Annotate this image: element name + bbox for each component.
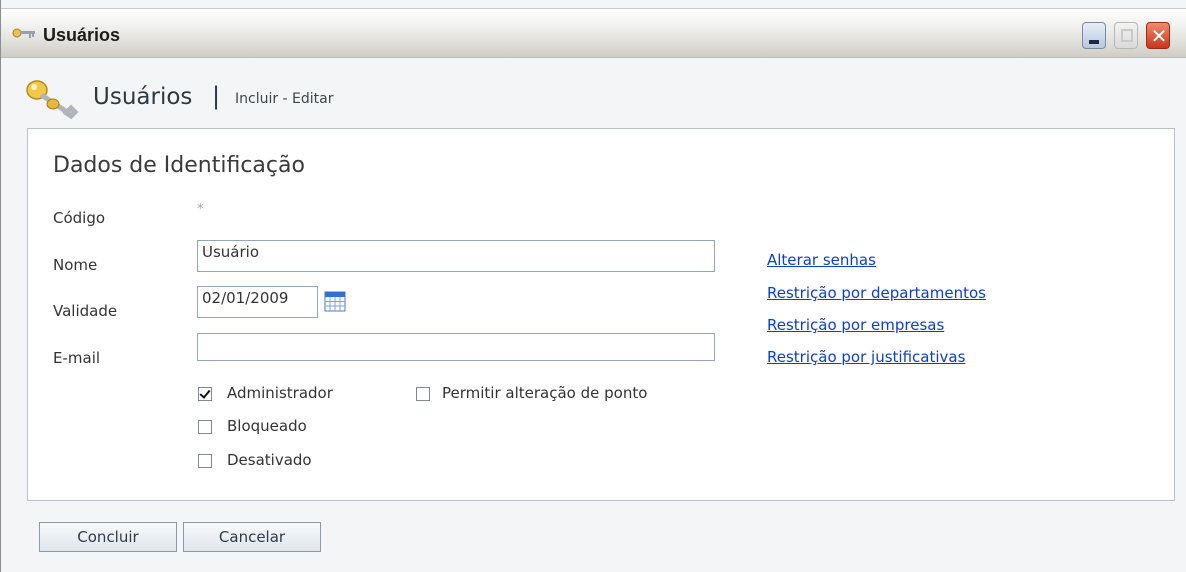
keys-icon [12, 28, 35, 38]
window: Usuários ✕ Usuários | Incluir - Editar D… [0, 0, 1186, 572]
email-label: E-mail [53, 349, 101, 367]
maximize-icon [1121, 29, 1133, 42]
page-header: Usuários | Incluir - Editar [1, 58, 1186, 128]
validade-label: Validade [53, 302, 118, 320]
minimize-icon [1089, 40, 1099, 44]
permitir-alteracao-ponto-label: Permitir alteração de ponto [442, 384, 648, 402]
validade-input[interactable]: 02/01/2009 [197, 286, 318, 318]
nome-input[interactable]: Usuário [197, 240, 715, 272]
required-marker: * [197, 202, 204, 217]
keys-icon [26, 80, 79, 120]
restricao-departamentos-link[interactable]: Restrição por departamentos [767, 284, 986, 302]
cancelar-button[interactable]: Cancelar [183, 522, 321, 552]
administrador-label: Administrador [227, 384, 333, 402]
concluir-button[interactable]: Concluir [39, 522, 177, 552]
calendar-icon[interactable] [324, 291, 346, 312]
bloqueado-label: Bloqueado [227, 417, 307, 435]
title-bar[interactable]: Usuários ✕ [1, 8, 1186, 58]
restricao-empresas-link[interactable]: Restrição por empresas [767, 316, 944, 334]
identification-panel: Dados de Identificação Código * Nome Usu… [27, 128, 1175, 501]
administrador-checkbox[interactable] [198, 387, 212, 401]
minimize-button[interactable] [1082, 22, 1106, 49]
page-title: Usuários [93, 84, 193, 110]
restricao-justificativas-link[interactable]: Restrição por justificativas [767, 348, 965, 366]
nome-label: Nome [53, 256, 98, 274]
title-separator: | [212, 82, 221, 110]
desativado-label: Desativado [227, 451, 312, 469]
window-title: Usuários [43, 25, 121, 45]
email-input[interactable] [197, 333, 715, 361]
section-title: Dados de Identificação [53, 153, 305, 178]
bloqueado-checkbox[interactable] [198, 420, 212, 434]
permitir-alteracao-ponto-checkbox[interactable] [416, 387, 430, 401]
close-icon: ✕ [1150, 24, 1168, 48]
maximize-button[interactable] [1114, 22, 1138, 49]
desativado-checkbox[interactable] [198, 454, 212, 468]
close-button[interactable]: ✕ [1146, 22, 1170, 49]
codigo-label: Código [53, 209, 106, 227]
page-subtitle: Incluir - Editar [235, 91, 334, 107]
alterar-senhas-link[interactable]: Alterar senhas [767, 251, 876, 269]
